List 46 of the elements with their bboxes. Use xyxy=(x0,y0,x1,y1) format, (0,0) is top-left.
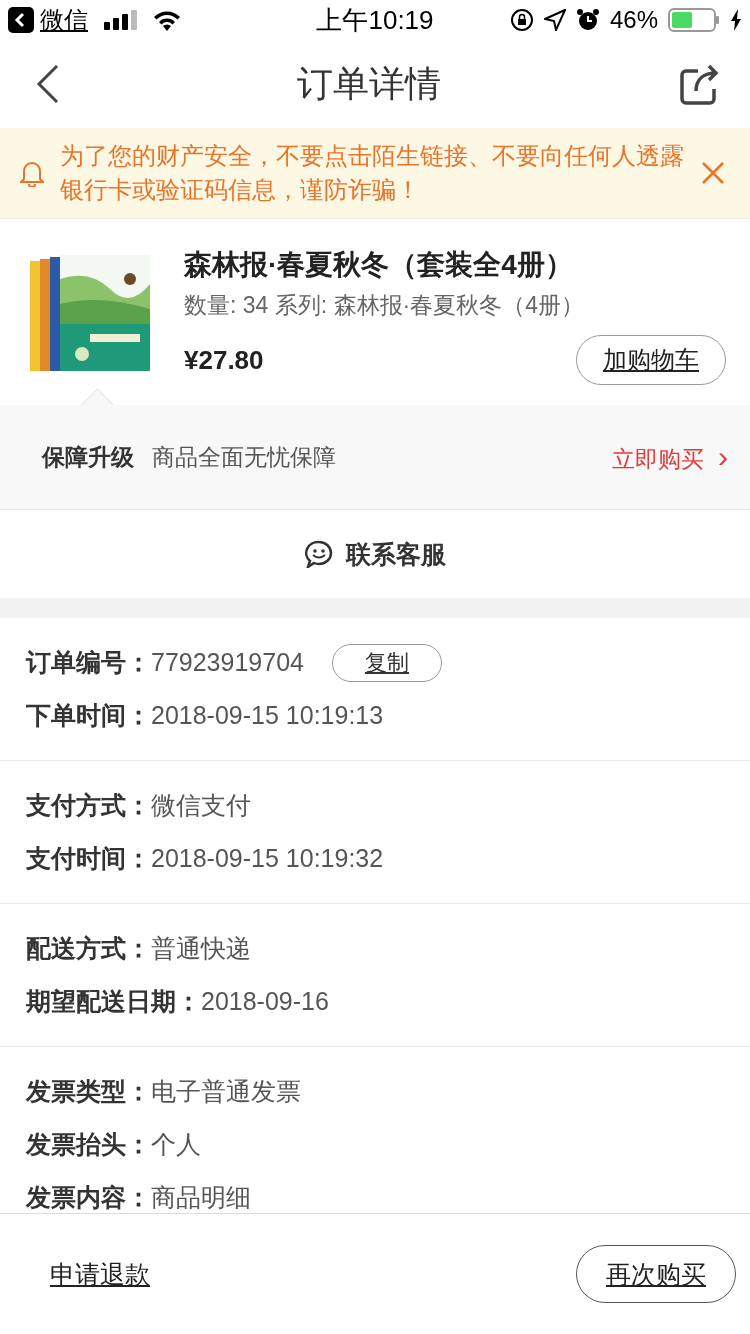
field-value: 个人 xyxy=(151,1129,201,1160)
battery-icon xyxy=(668,8,720,32)
rotation-lock-icon xyxy=(509,8,534,32)
field-label: 发票内容： xyxy=(26,1182,151,1213)
charging-icon xyxy=(730,9,742,31)
guarantee-label: 保障升级 xyxy=(42,442,134,472)
field-label: 发票类型： xyxy=(26,1076,151,1107)
field-value: 普通快递 xyxy=(151,933,251,964)
guarantee-description: 商品全面无忧保障 xyxy=(152,442,337,472)
bell-icon xyxy=(20,159,44,187)
buy-again-button[interactable]: 再次购买 xyxy=(576,1245,736,1303)
field-label: 配送方式： xyxy=(26,933,151,964)
field-value: 2018-09-15 10:19:13 xyxy=(151,701,384,730)
field-value: 2018-09-15 10:19:32 xyxy=(151,844,384,873)
buy-now-link[interactable]: 立即购买 › xyxy=(612,439,728,475)
product-title[interactable]: 森林报·春夏秋冬（套装全4册） xyxy=(184,245,726,285)
field-value: 商品明细 xyxy=(151,1182,251,1213)
location-icon xyxy=(543,9,566,31)
wifi-icon xyxy=(152,9,182,31)
refund-link[interactable]: 申请退款 xyxy=(50,1257,150,1291)
back-icon[interactable] xyxy=(8,7,34,33)
field-label: 期望配送日期： xyxy=(26,986,201,1017)
back-app-link[interactable]: 微信 xyxy=(40,4,88,36)
close-icon[interactable] xyxy=(702,162,724,184)
field-label: 支付方式： xyxy=(26,790,151,821)
status-time: 上午10:19 xyxy=(316,3,434,37)
product-meta: 数量: 34 系列: 森林报·春夏秋冬（4册） xyxy=(184,291,585,320)
field-value: 微信支付 xyxy=(151,790,251,821)
field-label: 订单编号： xyxy=(26,647,151,678)
field-value: 电子普通发票 xyxy=(151,1076,301,1107)
share-icon[interactable] xyxy=(678,63,720,105)
copy-button[interactable]: 复制 xyxy=(331,643,442,682)
field-label: 支付时间： xyxy=(26,843,151,874)
field-value: 2018-09-16 xyxy=(201,987,329,1016)
field-value: 77923919704 xyxy=(151,648,304,677)
battery-percent: 46% xyxy=(609,6,658,34)
security-notice: 为了您的财产安全，不要点击陌生链接、不要向任何人透露银行卡或验证码信息，谨防诈骗！ xyxy=(60,141,685,205)
page-title: 订单详情 xyxy=(297,61,441,106)
chat-icon xyxy=(304,540,334,568)
product-price: ¥27.80 xyxy=(184,344,264,376)
alarm-icon xyxy=(575,8,600,32)
add-to-cart-button[interactable]: 加购物车 xyxy=(576,335,726,385)
field-label: 下单时间： xyxy=(26,700,151,731)
signal-icon xyxy=(104,10,138,30)
field-label: 发票抬头： xyxy=(26,1129,151,1160)
back-icon[interactable] xyxy=(36,64,60,104)
